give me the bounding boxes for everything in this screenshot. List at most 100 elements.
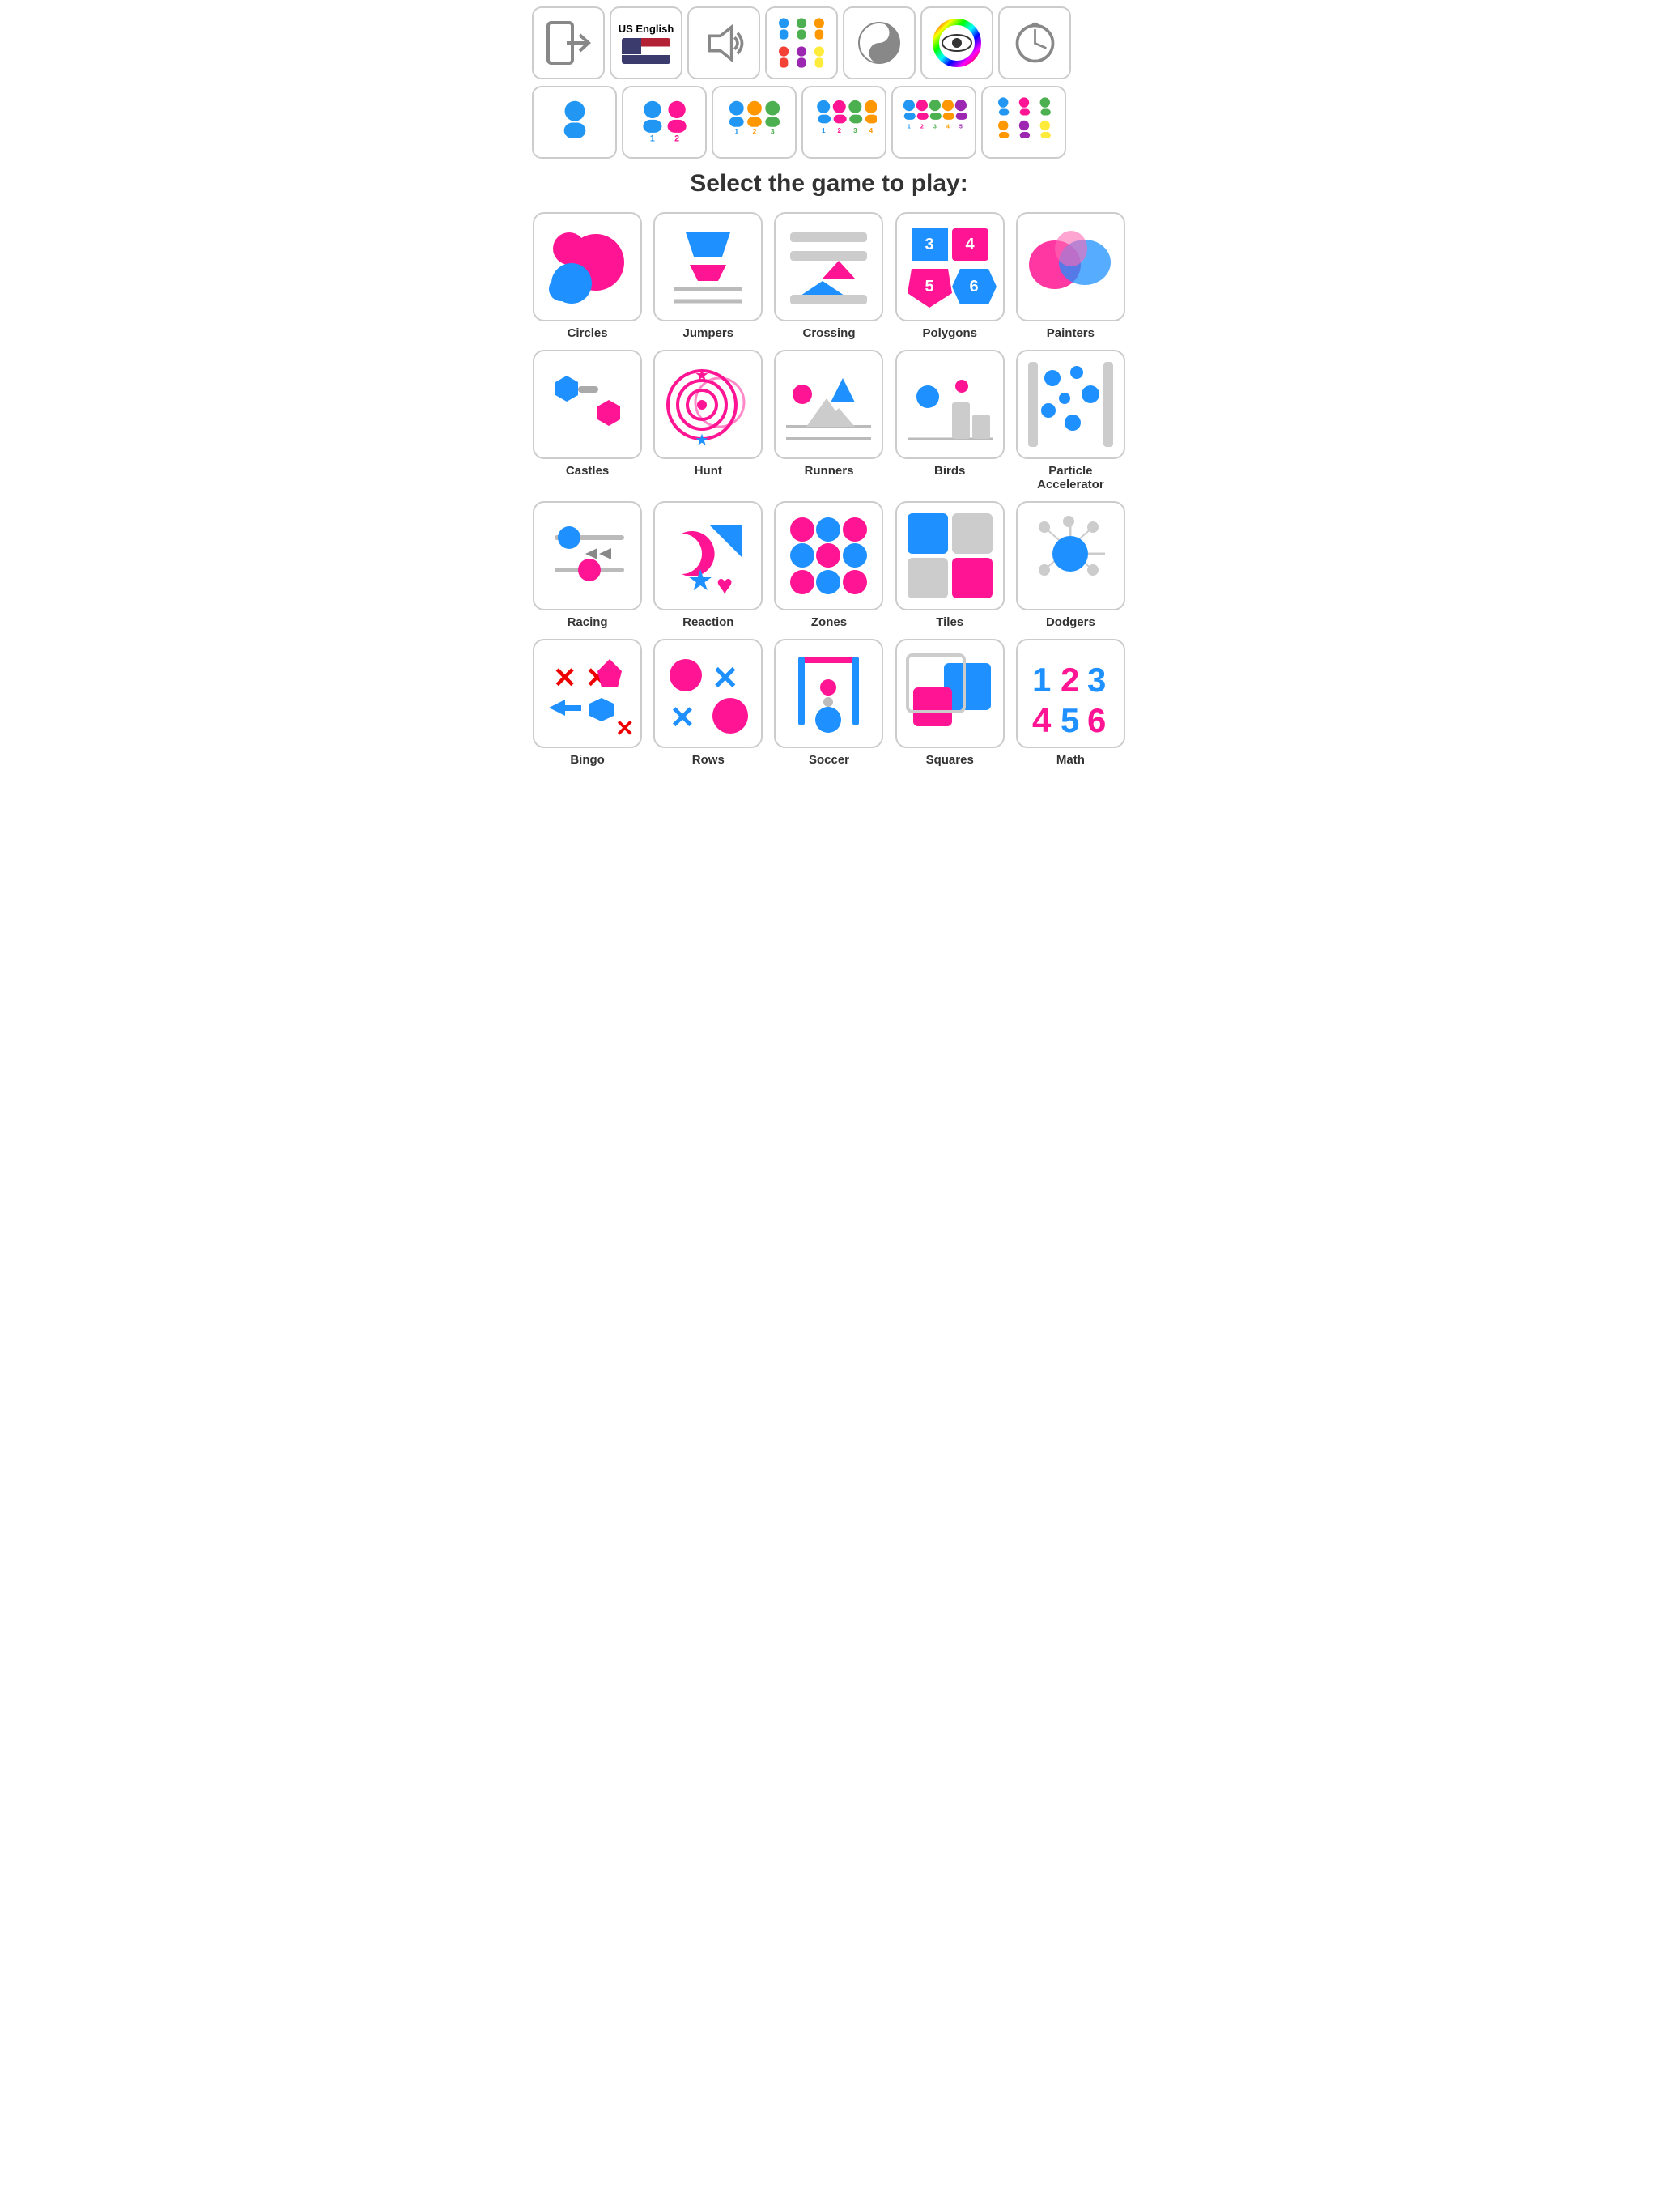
game-item-hunt[interactable]: ★ ★ Hunt [653, 350, 763, 491]
svg-text:6: 6 [1087, 701, 1106, 739]
game-item-birds[interactable]: Birds [895, 350, 1005, 491]
1-player-button[interactable]: 1 [532, 86, 617, 159]
svg-text:2: 2 [920, 124, 923, 130]
game-card-bingo[interactable]: ✕ ✕ ✕ [533, 639, 642, 748]
game-label-racing: Racing [568, 615, 608, 629]
svg-text:1: 1 [572, 137, 577, 148]
game-label-hunt: Hunt [695, 464, 722, 478]
game-item-painters[interactable]: Painters [1015, 212, 1126, 340]
svg-text:2: 2 [1061, 661, 1079, 699]
svg-text:6: 6 [969, 278, 978, 296]
svg-text:2: 2 [800, 39, 804, 46]
game-label-castles: Castles [566, 464, 609, 478]
game-item-tiles[interactable]: Tiles [895, 501, 1005, 629]
yin-yang-button[interactable] [843, 6, 916, 79]
game-label-rows: Rows [692, 753, 725, 767]
game-card-polygons[interactable]: 3 4 5 6 [895, 212, 1005, 321]
sound-button[interactable] [687, 6, 760, 79]
players-row: 1 1 2 1 2 3 [532, 86, 1126, 159]
exit-button[interactable] [532, 6, 605, 79]
game-item-runners[interactable]: Runners [773, 350, 884, 491]
game-card-circles[interactable] [533, 212, 642, 321]
svg-text:5: 5 [959, 124, 962, 130]
game-card-castles[interactable] [533, 350, 642, 459]
svg-text:1: 1 [782, 39, 786, 46]
game-card-crossing[interactable] [774, 212, 883, 321]
game-card-squares[interactable] [895, 639, 1005, 748]
game-item-dodgers[interactable]: Dodgers [1015, 501, 1126, 629]
game-card-runners[interactable] [774, 350, 883, 459]
svg-text:3: 3 [1087, 661, 1106, 699]
svg-text:1: 1 [1032, 661, 1051, 699]
3-players-button[interactable]: 1 2 3 [712, 86, 797, 159]
game-label-runners: Runners [805, 464, 854, 478]
svg-text:3: 3 [933, 124, 936, 130]
game-label-math: Math [1056, 753, 1085, 767]
svg-text:3: 3 [853, 127, 857, 134]
game-item-particle-accelerator[interactable]: Particle Accelerator [1015, 350, 1126, 491]
game-item-polygons[interactable]: 3 4 5 6 Polygons [895, 212, 1005, 340]
game-item-bingo[interactable]: ✕ ✕ ✕ Bingo [532, 639, 643, 767]
svg-text:★: ★ [695, 432, 709, 449]
svg-text:4: 4 [946, 124, 949, 130]
svg-text:2: 2 [674, 134, 679, 144]
svg-text:3: 3 [925, 236, 933, 253]
svg-text:✕: ✕ [553, 662, 576, 694]
game-label-circles: Circles [568, 326, 608, 340]
flag-icon [622, 38, 670, 64]
svg-text:★: ★ [695, 367, 709, 385]
game-item-racing[interactable]: Racing [532, 501, 643, 629]
game-card-math[interactable]: 1 2 3 4 5 6 [1016, 639, 1125, 748]
svg-text:1: 1 [821, 127, 825, 134]
game-item-circles[interactable]: Circles [532, 212, 643, 340]
svg-text:5: 5 [925, 278, 933, 296]
svg-text:♥: ♥ [716, 570, 733, 601]
game-item-crossing[interactable]: Crossing [773, 212, 884, 340]
svg-text:✕: ✕ [670, 701, 695, 735]
svg-text:4: 4 [965, 236, 975, 253]
game-item-squares[interactable]: Squares [895, 639, 1005, 767]
svg-text:4: 4 [869, 127, 873, 134]
game-card-dodgers[interactable] [1016, 501, 1125, 610]
game-label-dodgers: Dodgers [1046, 615, 1095, 629]
select-game-title: Select the game to play: [532, 170, 1126, 198]
game-card-tiles[interactable] [895, 501, 1005, 610]
5-players-button[interactable]: 1 2 3 4 5 [891, 86, 976, 159]
game-item-rows[interactable]: ✕ ✕ Rows [653, 639, 763, 767]
game-label-squares: Squares [926, 753, 974, 767]
game-card-racing[interactable] [533, 501, 642, 610]
game-label-polygons: Polygons [922, 326, 977, 340]
game-card-soccer[interactable] [774, 639, 883, 748]
game-card-hunt[interactable]: ★ ★ [653, 350, 763, 459]
game-label-jumpers: Jumpers [683, 326, 734, 340]
game-card-painters[interactable] [1016, 212, 1125, 321]
game-card-birds[interactable] [895, 350, 1005, 459]
svg-text:✕: ✕ [712, 661, 739, 696]
players-icon-button[interactable]: 1 2 3 4 5 6 [765, 6, 838, 79]
game-label-painters: Painters [1047, 326, 1095, 340]
language-button[interactable]: US English [610, 6, 682, 79]
game-card-reaction[interactable]: ★ ♥ [653, 501, 763, 610]
4-players-button[interactable]: 1 2 3 4 [801, 86, 886, 159]
6-players-button[interactable] [981, 86, 1066, 159]
game-card-particle-accelerator[interactable] [1016, 350, 1125, 459]
game-item-soccer[interactable]: Soccer [773, 639, 884, 767]
svg-text:✕: ✕ [615, 716, 634, 740]
game-item-castles[interactable]: Castles [532, 350, 643, 491]
game-card-rows[interactable]: ✕ ✕ [653, 639, 763, 748]
game-item-zones[interactable]: Zones [773, 501, 884, 629]
svg-text:1: 1 [734, 128, 738, 136]
game-card-jumpers[interactable] [653, 212, 763, 321]
game-item-jumpers[interactable]: Jumpers [653, 212, 763, 340]
color-eye-button[interactable] [920, 6, 993, 79]
game-item-math[interactable]: 1 2 3 4 5 6 Math [1015, 639, 1126, 767]
game-label-crossing: Crossing [802, 326, 855, 340]
2-players-button[interactable]: 1 2 [622, 86, 707, 159]
svg-text:5: 5 [1061, 701, 1079, 739]
game-item-reaction[interactable]: ★ ♥ Reaction [653, 501, 763, 629]
game-card-zones[interactable] [774, 501, 883, 610]
svg-text:1: 1 [649, 134, 654, 144]
game-label-soccer: Soccer [809, 753, 849, 767]
game-label-zones: Zones [811, 615, 847, 629]
clock-button[interactable] [998, 6, 1071, 79]
